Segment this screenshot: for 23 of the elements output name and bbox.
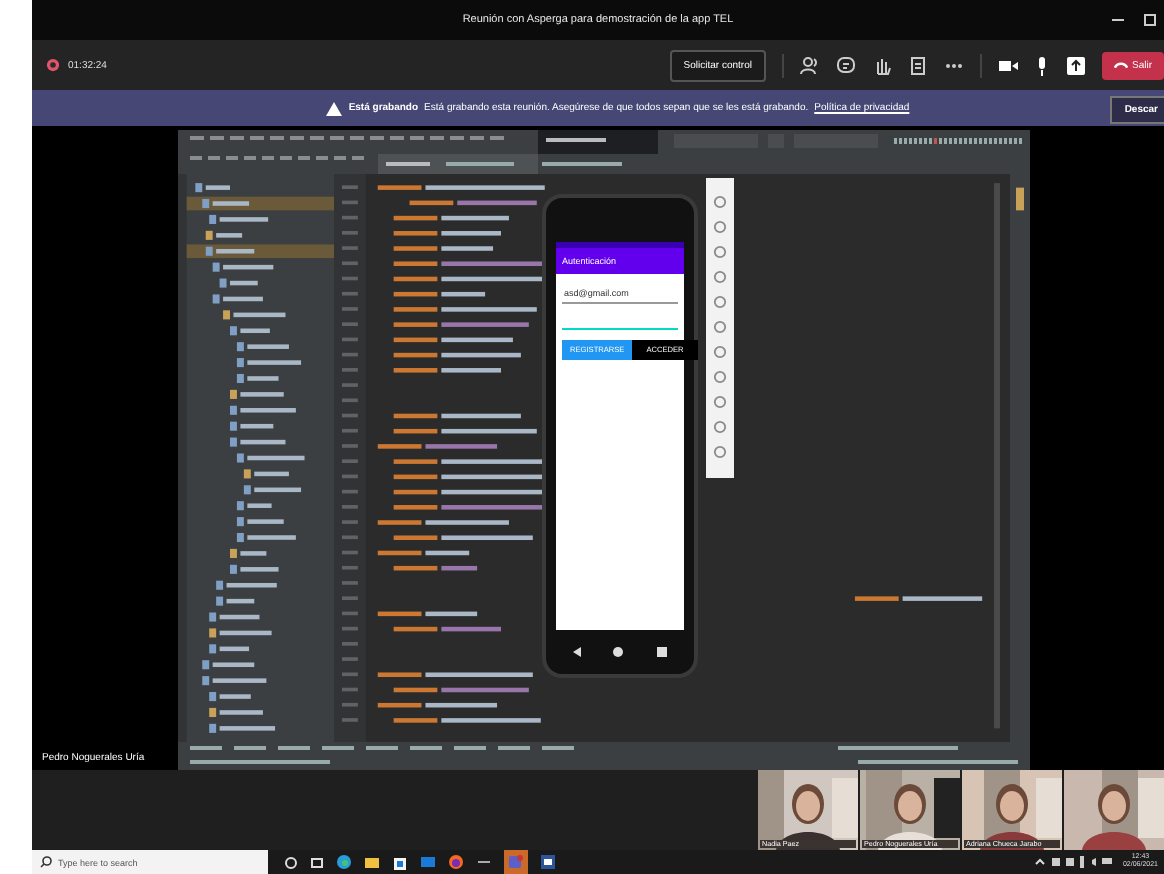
maximize-icon[interactable]	[1144, 14, 1156, 26]
system-tray-drawing	[1034, 856, 1115, 868]
search-icon	[40, 856, 52, 868]
notes-icon[interactable]	[907, 55, 928, 75]
store-icon[interactable]	[392, 854, 408, 870]
mail-icon[interactable]	[420, 854, 436, 870]
recording-icon	[46, 58, 60, 72]
recents-icon[interactable]	[656, 646, 669, 658]
folder-icon[interactable]	[364, 854, 380, 870]
camera-icon[interactable]	[997, 55, 1018, 75]
browser-icon[interactable]	[336, 854, 352, 870]
chat-icon[interactable]	[835, 55, 856, 75]
home-icon[interactable]	[612, 646, 625, 658]
participants-icon[interactable]	[799, 55, 820, 75]
microphone-icon[interactable]	[1033, 55, 1050, 75]
share-icon[interactable]	[1065, 55, 1086, 75]
back-icon[interactable]	[571, 646, 582, 658]
word-icon[interactable]	[540, 854, 556, 870]
hand-icon[interactable]	[871, 55, 892, 75]
hang-up-icon	[1113, 60, 1128, 70]
minimize-icon[interactable]	[1112, 14, 1124, 26]
warning-icon	[326, 101, 343, 115]
task-view-icon[interactable]	[310, 855, 324, 869]
